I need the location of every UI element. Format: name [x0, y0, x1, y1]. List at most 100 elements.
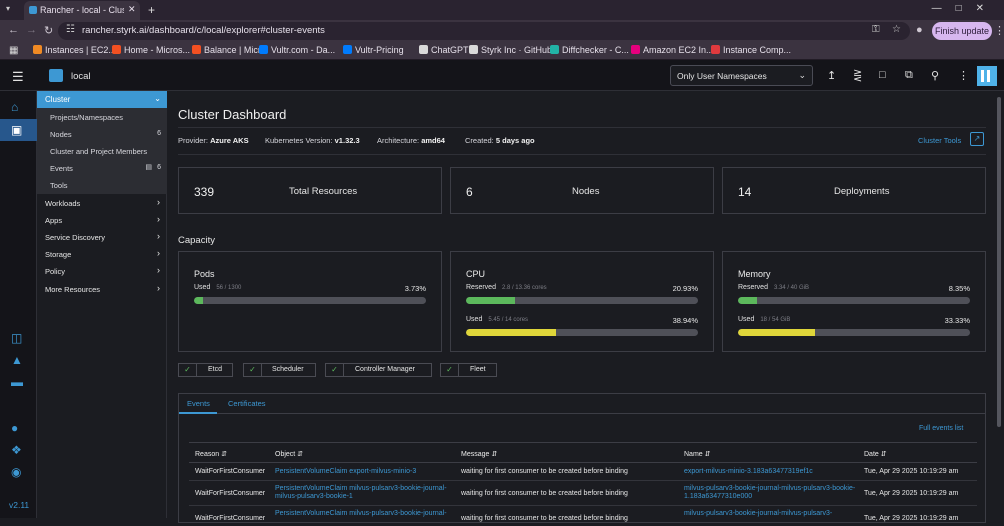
component-status-controller-manager: ✓ Controller Manager: [325, 363, 432, 377]
bookmark-item[interactable]: Vultr-Pricing: [343, 45, 404, 55]
extensions-icon[interactable]: ●: [916, 24, 923, 36]
password-key-icon[interactable]: ⚿: [872, 24, 880, 35]
browser-menu-icon[interactable]: ⋮: [994, 24, 1004, 37]
stat-card-nodes[interactable]: 6 Nodes: [450, 167, 714, 214]
component-label: Etcd: [208, 366, 223, 373]
cpu-used-fill: [466, 329, 557, 336]
chevron-right-icon: ›: [157, 231, 160, 241]
provider-info: Provider: Azure AKS: [178, 136, 249, 145]
fleet-icon[interactable]: ▲: [11, 353, 23, 367]
stat-card-deployments[interactable]: 14 Deployments: [722, 167, 986, 214]
bookmark-item[interactable]: Balance | Micr...: [192, 45, 268, 55]
sidebar-group-apps[interactable]: Apps: [45, 216, 62, 225]
column-header-reason[interactable]: Reason ⇵: [195, 450, 227, 458]
column-header-object[interactable]: Object ⇵: [275, 450, 303, 458]
cluster-name[interactable]: local: [71, 71, 91, 82]
sidebar-group-service-discovery[interactable]: Service Discovery: [45, 233, 105, 242]
cell-name-link[interactable]: milvus-pulsarv3-bookie-journal-milvus-pu…: [684, 485, 856, 501]
forward-arrow-icon[interactable]: →: [26, 24, 37, 36]
memory-reserved-label: Reserved 3.34 / 40 GiB: [738, 284, 809, 291]
bookmarks-bar: ▦ Instances | EC2... Home - Micros... Bala…: [0, 42, 1004, 60]
storage-icon[interactable]: ◫: [11, 331, 22, 345]
rail-item-cluster-active[interactable]: ▣: [0, 119, 37, 141]
table-row[interactable]: WaitForFirstConsumer PersistentVolumeCla…: [189, 481, 977, 506]
cell-object-link[interactable]: PersistentVolumeClaim milvus-pulsarv3-bo…: [275, 485, 463, 501]
bookmark-item[interactable]: Home - Micros...: [112, 45, 190, 55]
memory-used-percent: 33.33%: [944, 316, 970, 325]
sidebar-group-cluster[interactable]: Cluster ⌄: [37, 91, 167, 108]
table-row[interactable]: WaitForFirstConsumer PersistentVolumeCla…: [189, 506, 977, 526]
scrollbar-thumb[interactable]: [997, 97, 1001, 427]
puzzle-icon[interactable]: ❖: [11, 443, 22, 457]
avatar[interactable]: [977, 66, 997, 86]
tab-list-chevron-icon[interactable]: ▾: [6, 4, 10, 13]
tab-certificates[interactable]: Certificates: [228, 399, 266, 408]
sidebar-group-more-resources[interactable]: More Resources: [45, 285, 100, 294]
browser-tab[interactable]: Rancher - local - Cluster Da ✕: [24, 1, 140, 20]
extensions-icon[interactable]: ▬: [11, 375, 23, 389]
apps-grid-icon[interactable]: ▦: [9, 45, 18, 56]
full-events-list-link[interactable]: Full events list: [919, 425, 963, 432]
main-scrollbar[interactable]: [995, 91, 1004, 518]
capacity-card-pods: Pods Used 56 / 1300 3.73%: [178, 251, 442, 352]
bookmark-star-icon[interactable]: ☆: [892, 24, 901, 35]
component-status-scheduler: ✓ Scheduler: [243, 363, 316, 377]
active-tab-indicator: [179, 412, 217, 414]
sidebar-group-policy[interactable]: Policy: [45, 267, 65, 276]
download-kubeconfig-icon[interactable]: □: [879, 69, 886, 81]
kubectl-shell-icon[interactable]: ⋛: [853, 69, 862, 82]
sidebar-item-projects-namespaces[interactable]: Projects/Namespaces: [50, 113, 123, 122]
url-text[interactable]: rancher.styrk.ai/dashboard/c/local/explo…: [82, 25, 325, 36]
copy-kubeconfig-icon[interactable]: ⧉: [905, 69, 913, 82]
bookmark-item[interactable]: Styrk Inc · GitHub: [469, 45, 552, 55]
namespace-filter-select[interactable]: Only User Namespaces ⌄: [670, 65, 813, 86]
tab-events[interactable]: Events: [187, 399, 210, 408]
sidebar-item-nodes[interactable]: Nodes: [50, 130, 72, 139]
window-controls[interactable]: —□✕: [932, 3, 998, 14]
cell-name-link[interactable]: milvus-pulsarv3-bookie-journal-milvus-pu…: [684, 510, 856, 518]
stat-card-total-resources[interactable]: 339 Total Resources: [178, 167, 442, 214]
address-bar[interactable]: ☷ rancher.styrk.ai/dashboard/c/local/exp…: [58, 22, 910, 40]
cell-object-link[interactable]: PersistentVolumeClaim export-milvus-mini…: [275, 468, 457, 476]
sidebar-item-events[interactable]: Events: [50, 164, 73, 173]
hamburger-menu-icon[interactable]: ☰: [12, 69, 24, 85]
bookmark-item[interactable]: Vultr.com - Da...: [259, 45, 335, 55]
bookmark-label: Instances | EC2...: [45, 45, 116, 55]
new-tab-icon[interactable]: +: [148, 3, 155, 17]
cell-message: waiting for first consumer to be created…: [461, 468, 628, 475]
bookmark-item[interactable]: ChatGPT: [419, 45, 469, 55]
version-label[interactable]: v2.11: [9, 500, 29, 510]
users-icon[interactable]: ●: [11, 421, 18, 435]
import-yaml-icon[interactable]: ↥: [827, 69, 836, 82]
bookmark-item[interactable]: Instance Comp...: [711, 45, 791, 55]
bookmark-item[interactable]: Diffchecker - C...: [550, 45, 629, 55]
search-icon[interactable]: ⚲: [931, 69, 939, 82]
bookmark-item[interactable]: Instances | EC2...: [33, 45, 116, 55]
cell-object-link[interactable]: PersistentVolumeClaim milvus-pulsarv3-bo…: [275, 510, 463, 518]
sidebar-group-storage[interactable]: Storage: [45, 250, 71, 259]
cluster-tools-open-icon[interactable]: ↗: [970, 132, 984, 146]
cell-name-link[interactable]: export-milvus-minio-3.183a63477319ef1c: [684, 468, 856, 476]
column-header-date[interactable]: Date ⇵: [864, 450, 887, 458]
sidebar-group-workloads[interactable]: Workloads: [45, 199, 80, 208]
cluster-tools-link[interactable]: Cluster Tools: [918, 136, 961, 145]
table-row[interactable]: WaitForFirstConsumer PersistentVolumeCla…: [189, 463, 977, 481]
cpu-reserved-fill: [466, 297, 515, 304]
bookmark-item[interactable]: Amazon EC2 In...: [631, 45, 714, 55]
home-icon[interactable]: ⌂: [11, 100, 18, 114]
bookmark-favicon-icon: [33, 45, 42, 54]
sidebar-item-tools[interactable]: Tools: [50, 181, 68, 190]
close-tab-icon[interactable]: ✕: [128, 4, 136, 15]
finish-update-button[interactable]: Finish update: [932, 22, 992, 40]
column-header-message[interactable]: Message ⇵: [461, 450, 497, 458]
sidebar-item-members[interactable]: Cluster and Project Members: [50, 147, 147, 156]
stat-label: Nodes: [572, 186, 600, 197]
column-header-name[interactable]: Name ⇵: [684, 450, 711, 458]
site-settings-icon[interactable]: ☷: [66, 24, 75, 35]
more-actions-icon[interactable]: ⋮: [958, 69, 969, 82]
bookmark-label: ChatGPT: [431, 45, 469, 55]
back-arrow-icon[interactable]: ←: [8, 24, 19, 36]
reload-icon[interactable]: ↻: [44, 24, 53, 37]
globe-icon[interactable]: ◉: [11, 465, 21, 479]
card-title: Memory: [738, 269, 771, 279]
